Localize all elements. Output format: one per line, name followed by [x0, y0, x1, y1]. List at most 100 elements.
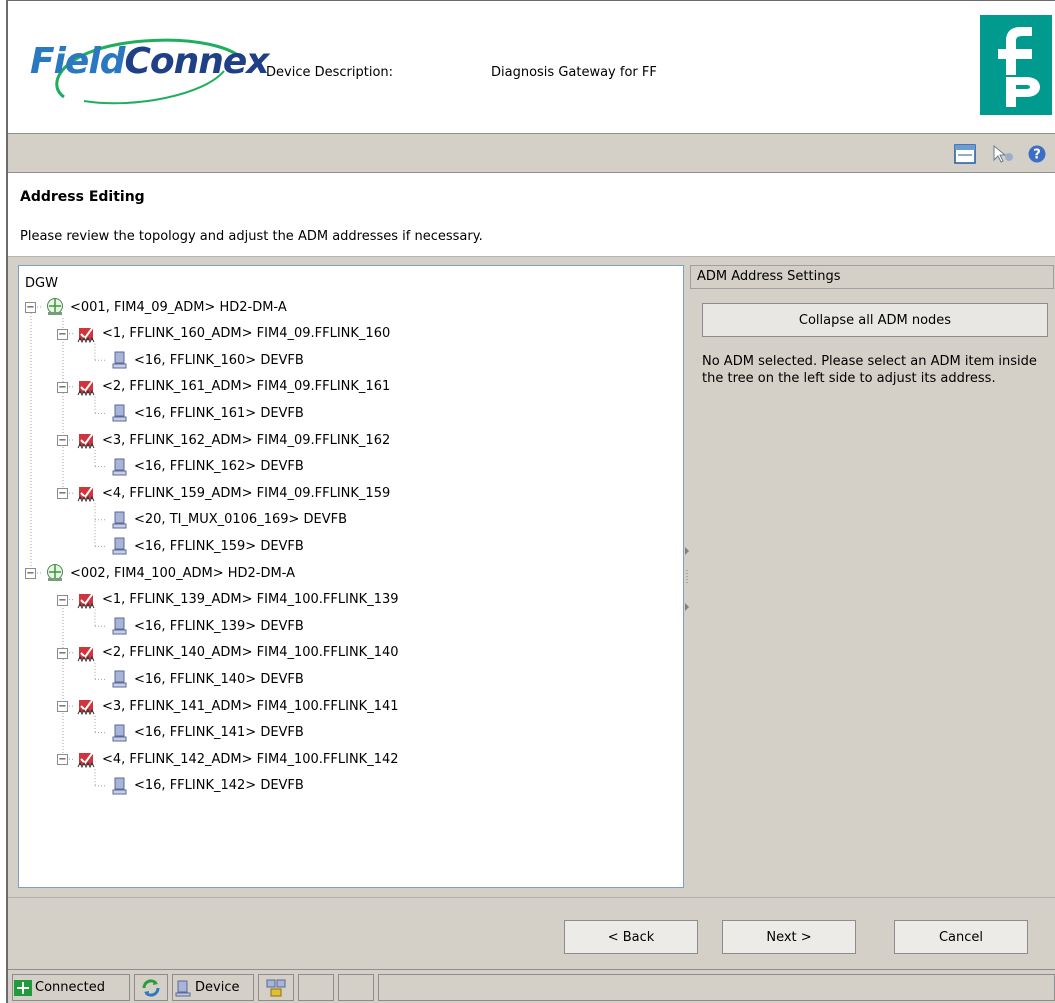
svg-text:?: ? [1033, 148, 1041, 163]
topology-tree[interactable]: DGW <001, FIM4_09_ADM> HD2-DM-A − <1, FFLI… [18, 265, 684, 888]
tree-gateway-item[interactable]: <002, FIM4_100_ADM> HD2-DM-A [45, 563, 295, 583]
tree-item-label: <16, FFLINK_159> DEVFB [134, 538, 304, 554]
tree-adm-item[interactable]: <3, FFLINK_162_ADM> FIM4_09.FFLINK_162 [77, 430, 390, 450]
tree-adm-item[interactable]: <4, FFLINK_142_ADM> FIM4_100.FFLINK_142 [77, 749, 399, 769]
network-status [258, 974, 294, 1001]
tree-device-item[interactable]: <16, FFLINK_139> DEVFB [109, 616, 304, 636]
adm-selection-message: No ADM selected. Please select an ADM it… [702, 354, 1037, 386]
device-icon [109, 403, 129, 423]
tree-item-label: <3, FFLINK_141_ADM> FIM4_100.FFLINK_141 [102, 698, 399, 714]
tree-item-label: <001, FIM4_09_ADM> HD2-DM-A [70, 299, 287, 315]
connected-icon [14, 979, 32, 996]
tree-item-label: <20, TI_MUX_0106_169> DEVFB [134, 512, 348, 528]
connection-status: Connected [12, 974, 130, 1001]
device-description-value: Diagnosis Gateway for FF [491, 65, 657, 80]
tree-adm-item[interactable]: <2, FFLINK_140_ADM> FIM4_100.FFLINK_140 [77, 643, 399, 663]
tree-device-item[interactable]: <16, FFLINK_161> DEVFB [109, 403, 304, 423]
tree-adm-item[interactable]: <3, FFLINK_141_ADM> FIM4_100.FFLINK_141 [77, 696, 399, 716]
tree-adm-item[interactable]: <1, FFLINK_139_ADM> FIM4_100.FFLINK_139 [77, 590, 399, 610]
tree-item-label: <16, FFLINK_140> DEVFB [134, 671, 304, 687]
tree-collapse-toggle[interactable]: − [57, 435, 68, 446]
network-icon [266, 979, 286, 996]
tree-collapse-toggle[interactable]: − [57, 647, 68, 659]
tree-item-label: <2, FFLINK_140_ADM> FIM4_100.FFLINK_140 [102, 645, 399, 661]
tree-item-label: <3, FFLINK_162_ADM> FIM4_09.FFLINK_162 [102, 432, 391, 448]
adm-icon [77, 696, 97, 716]
tree-adm-item[interactable]: <1, FFLINK_160_ADM> FIM4_09.FFLINK_160 [77, 324, 390, 344]
adm-settings-header: ADM Address Settings [690, 265, 1054, 289]
header: FieldConnex Device Description: Diagnosi… [8, 1, 1055, 133]
tree-item-label: <16, FFLINK_162> DEVFB [134, 459, 304, 475]
tree-device-item[interactable]: <16, FFLINK_160> DEVFB [109, 350, 304, 370]
tree-item-label: <16, FFLINK_141> DEVFB [134, 725, 304, 741]
toolbar: ? [8, 133, 1055, 173]
adm-icon [77, 749, 97, 769]
window-icon[interactable] [952, 141, 978, 167]
tree-item-label: <16, FFLINK_142> DEVFB [134, 778, 304, 794]
device-icon [109, 457, 129, 477]
tree-collapse-toggle[interactable]: − [25, 568, 36, 579]
logo-wordmark: FieldConnex [30, 41, 270, 82]
gateway-icon [45, 297, 65, 317]
device-icon [109, 616, 129, 636]
tree-device-item[interactable]: <16, FFLINK_162> DEVFB [109, 457, 304, 477]
device-icon [109, 350, 129, 370]
refresh-button[interactable] [134, 974, 168, 1001]
adm-icon [77, 430, 97, 450]
tree-device-item[interactable]: <16, FFLINK_141> DEVFB [109, 723, 304, 743]
tree-item-label: <4, FFLINK_142_ADM> FIM4_100.FFLINK_142 [102, 751, 399, 767]
tree-item-label: <2, FFLINK_161_ADM> FIM4_09.FFLINK_161 [102, 379, 391, 395]
tree-device-item[interactable]: <16, FFLINK_159> DEVFB [109, 536, 304, 556]
statusbar: Connected Device [8, 969, 1055, 1003]
tree-item-label: <16, FFLINK_139> DEVFB [134, 618, 304, 634]
adm-icon [77, 377, 97, 397]
status-cell-empty-1 [298, 974, 334, 1001]
tree-collapse-toggle[interactable]: − [57, 754, 68, 766]
pointer-help-icon[interactable] [990, 141, 1016, 167]
tree-adm-item[interactable]: <2, FFLINK_161_ADM> FIM4_09.FFLINK_161 [77, 377, 390, 397]
adm-icon [77, 643, 97, 663]
device-status: Device [172, 974, 254, 1001]
page-header: Address Editing Please review the topolo… [8, 173, 1055, 257]
tree-item-label: <4, FFLINK_159_ADM> FIM4_09.FFLINK_159 [102, 485, 391, 501]
application-window: FieldConnex Device Description: Diagnosi… [6, 0, 1055, 1003]
tree-collapse-toggle[interactable]: − [57, 594, 68, 606]
fieldconnex-logo: FieldConnex [24, 27, 270, 115]
device-icon [109, 776, 129, 796]
pf-logo-icon [998, 27, 1040, 107]
status-message-area [378, 974, 1055, 1001]
device-icon [109, 510, 129, 530]
tree-gateway-item[interactable]: <001, FIM4_09_ADM> HD2-DM-A [45, 297, 287, 317]
tree-collapse-toggle[interactable]: − [57, 701, 68, 712]
adm-icon [77, 483, 97, 503]
collapse-all-button[interactable]: Collapse all ADM nodes [702, 303, 1048, 337]
tree-collapse-toggle[interactable]: − [57, 381, 68, 393]
tree-device-item[interactable]: <16, FFLINK_142> DEVFB [109, 776, 304, 796]
adm-icon [77, 590, 97, 610]
wizard-button-bar: < Back Next > Cancel [8, 897, 1055, 969]
device-icon [109, 669, 129, 689]
status-cell-empty-2 [338, 974, 374, 1001]
device-icon [109, 723, 129, 743]
tree-device-item[interactable]: <16, FFLINK_140> DEVFB [109, 669, 304, 689]
tree-item-label: <1, FFLINK_139_ADM> FIM4_100.FFLINK_139 [102, 592, 399, 608]
device-status-label: Device [195, 980, 240, 995]
tree-device-item[interactable]: <20, TI_MUX_0106_169> DEVFB [109, 510, 347, 530]
tree-item-label: <16, FFLINK_160> DEVFB [134, 352, 304, 368]
device-description-label: Device Description: [266, 65, 394, 80]
adm-address-settings-panel: ADM Address Settings Collapse all ADM no… [690, 265, 1054, 888]
gateway-icon [45, 563, 65, 583]
tree-item-label: <002, FIM4_100_ADM> HD2-DM-A [70, 565, 295, 581]
next-button[interactable]: Next > [722, 920, 856, 954]
device-icon [109, 536, 129, 556]
back-button[interactable]: < Back [564, 920, 698, 954]
tree-item-label: <16, FFLINK_161> DEVFB [134, 405, 304, 421]
tree-collapse-toggle[interactable]: − [57, 488, 68, 500]
tree-adm-item[interactable]: <4, FFLINK_159_ADM> FIM4_09.FFLINK_159 [77, 483, 390, 503]
help-icon[interactable]: ? [1024, 141, 1050, 167]
tree-collapse-toggle[interactable]: − [57, 328, 68, 340]
tree-collapse-toggle[interactable]: − [25, 302, 36, 313]
cancel-button[interactable]: Cancel [894, 920, 1028, 954]
device-icon [175, 980, 191, 996]
tree-item-label: <1, FFLINK_160_ADM> FIM4_09.FFLINK_160 [102, 326, 391, 342]
